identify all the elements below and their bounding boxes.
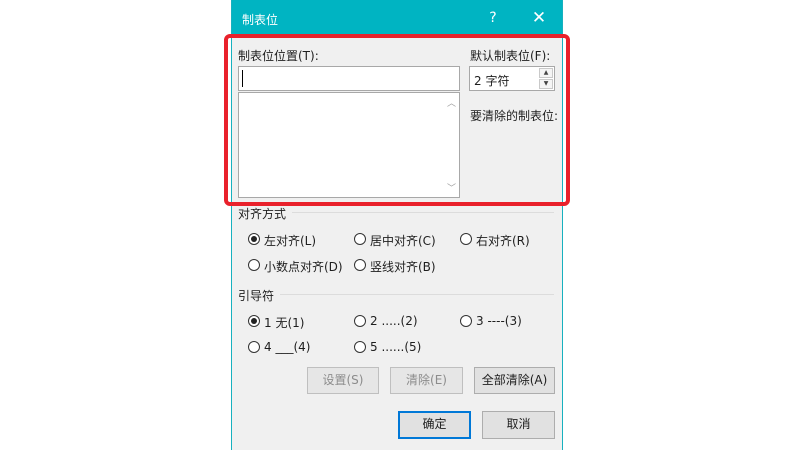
align-center-radio[interactable] [354, 233, 366, 245]
clear-all-button[interactable]: 全部清除(A) [474, 367, 555, 394]
align-decimal-radio[interactable] [248, 259, 260, 271]
alignment-group-label: 对齐方式 [238, 207, 287, 221]
title-bar: 制表位 ? ✕ [232, 0, 562, 36]
close-icon[interactable]: ✕ [524, 6, 554, 30]
align-right-label[interactable]: 右对齐(R) [476, 232, 530, 249]
alignment-divider [292, 212, 554, 213]
leader-divider [280, 294, 554, 295]
clear-button[interactable]: 清除(E) [390, 367, 463, 394]
align-bar-label[interactable]: 竖线对齐(B) [370, 258, 436, 275]
leader-dashes-radio[interactable] [460, 315, 472, 327]
dialog-title: 制表位 [242, 13, 279, 27]
leader-middle-dots-label[interactable]: 5 ......(5) [370, 340, 421, 354]
set-button[interactable]: 设置(S) [307, 367, 379, 394]
leader-dashes-label[interactable]: 3 ----(3) [476, 314, 522, 328]
ok-button[interactable]: 确定 [398, 411, 471, 439]
leader-none-radio[interactable] [248, 315, 260, 327]
align-decimal-label[interactable]: 小数点对齐(D) [264, 258, 343, 275]
leader-dots-label[interactable]: 2 .....(2) [370, 314, 418, 328]
align-right-radio[interactable] [460, 233, 472, 245]
align-left-label[interactable]: 左对齐(L) [264, 232, 316, 249]
help-icon[interactable]: ? [478, 6, 508, 30]
leader-middle-dots-radio[interactable] [354, 341, 366, 353]
leader-dots-radio[interactable] [354, 315, 366, 327]
align-left-radio[interactable] [248, 233, 260, 245]
leader-underline-radio[interactable] [248, 341, 260, 353]
leader-underline-label[interactable]: 4 ___(4) [264, 340, 310, 354]
align-bar-radio[interactable] [354, 259, 366, 271]
leader-none-label[interactable]: 1 无(1) [264, 314, 304, 331]
red-highlight-box [224, 34, 570, 206]
cancel-button[interactable]: 取消 [482, 411, 555, 439]
leader-group-label: 引导符 [238, 289, 275, 303]
align-center-label[interactable]: 居中对齐(C) [370, 232, 436, 249]
